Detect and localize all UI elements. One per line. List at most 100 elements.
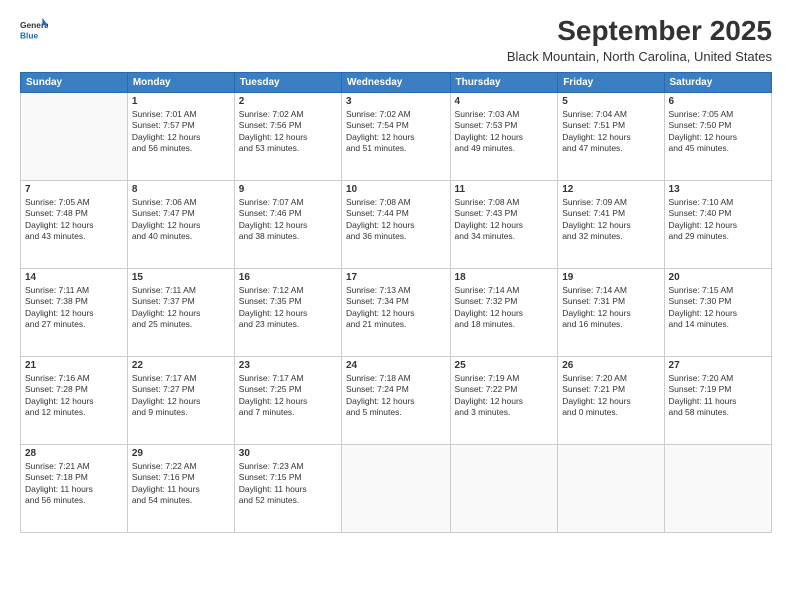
day-info: Sunrise: 7:02 AM Sunset: 7:56 PM Dayligh…	[239, 109, 337, 155]
col-thursday: Thursday	[450, 72, 558, 92]
day-info: Sunrise: 7:18 AM Sunset: 7:24 PM Dayligh…	[346, 373, 446, 419]
table-row: 8 Sunrise: 7:06 AM Sunset: 7:47 PM Daylig…	[127, 180, 234, 268]
day-number: 5	[562, 96, 659, 107]
day-info: Sunrise: 7:19 AM Sunset: 7:22 PM Dayligh…	[455, 373, 554, 419]
table-row	[21, 92, 128, 180]
day-number: 24	[346, 360, 446, 371]
day-number: 6	[669, 96, 767, 107]
day-number: 25	[455, 360, 554, 371]
day-number: 27	[669, 360, 767, 371]
table-row: 19 Sunrise: 7:14 AM Sunset: 7:31 PM Dayli…	[558, 268, 664, 356]
table-row: 13 Sunrise: 7:10 AM Sunset: 7:40 PM Dayli…	[664, 180, 771, 268]
col-tuesday: Tuesday	[234, 72, 341, 92]
day-number: 22	[132, 360, 230, 371]
day-info: Sunrise: 7:15 AM Sunset: 7:30 PM Dayligh…	[669, 285, 767, 331]
table-row: 9 Sunrise: 7:07 AM Sunset: 7:46 PM Daylig…	[234, 180, 341, 268]
day-info: Sunrise: 7:17 AM Sunset: 7:27 PM Dayligh…	[132, 373, 230, 419]
day-number: 1	[132, 96, 230, 107]
col-wednesday: Wednesday	[341, 72, 450, 92]
table-row: 14 Sunrise: 7:11 AM Sunset: 7:38 PM Dayli…	[21, 268, 128, 356]
day-number: 16	[239, 272, 337, 283]
table-row: 2Sunrise: 7:02 AM Sunset: 7:56 PM Daylig…	[234, 92, 341, 180]
day-number: 13	[669, 184, 767, 195]
col-sunday: Sunday	[21, 72, 128, 92]
day-info: Sunrise: 7:20 AM Sunset: 7:19 PM Dayligh…	[669, 373, 767, 419]
day-number: 8	[132, 184, 230, 195]
day-info: Sunrise: 7:14 AM Sunset: 7:31 PM Dayligh…	[562, 285, 659, 331]
day-number: 10	[346, 184, 446, 195]
day-info: Sunrise: 7:08 AM Sunset: 7:43 PM Dayligh…	[455, 197, 554, 243]
day-info: Sunrise: 7:11 AM Sunset: 7:37 PM Dayligh…	[132, 285, 230, 331]
day-info: Sunrise: 7:23 AM Sunset: 7:15 PM Dayligh…	[239, 461, 337, 507]
table-row: 27 Sunrise: 7:20 AM Sunset: 7:19 PM Dayli…	[664, 356, 771, 444]
day-info: Sunrise: 7:22 AM Sunset: 7:16 PM Dayligh…	[132, 461, 230, 507]
day-info: Sunrise: 7:16 AM Sunset: 7:28 PM Dayligh…	[25, 373, 123, 419]
day-info: Sunrise: 7:05 AM Sunset: 7:48 PM Dayligh…	[25, 197, 123, 243]
day-info: Sunrise: 7:06 AM Sunset: 7:47 PM Dayligh…	[132, 197, 230, 243]
table-row: 29 Sunrise: 7:22 AM Sunset: 7:16 PM Dayli…	[127, 444, 234, 532]
day-info: Sunrise: 7:07 AM Sunset: 7:46 PM Dayligh…	[239, 197, 337, 243]
day-info: Sunrise: 7:14 AM Sunset: 7:32 PM Dayligh…	[455, 285, 554, 331]
day-number: 17	[346, 272, 446, 283]
location: Black Mountain, North Carolina, United S…	[507, 49, 772, 64]
table-row: 11 Sunrise: 7:08 AM Sunset: 7:43 PM Dayli…	[450, 180, 558, 268]
day-number: 14	[25, 272, 123, 283]
table-row: 21Sunrise: 7:16 AM Sunset: 7:28 PM Dayli…	[21, 356, 128, 444]
table-row: 23 Sunrise: 7:17 AM Sunset: 7:25 PM Dayli…	[234, 356, 341, 444]
day-number: 29	[132, 448, 230, 459]
day-number: 11	[455, 184, 554, 195]
day-info: Sunrise: 7:10 AM Sunset: 7:40 PM Dayligh…	[669, 197, 767, 243]
day-info: Sunrise: 7:03 AM Sunset: 7:53 PM Dayligh…	[455, 109, 554, 155]
calendar-week-row: 1 Sunrise: 7:01 AM Sunset: 7:57 PM Daylig…	[21, 92, 772, 180]
table-row: 26 Sunrise: 7:20 AM Sunset: 7:21 PM Dayli…	[558, 356, 664, 444]
day-number: 9	[239, 184, 337, 195]
calendar-table: Sunday Monday Tuesday Wednesday Thursday…	[20, 72, 772, 533]
table-row: 16 Sunrise: 7:12 AM Sunset: 7:35 PM Dayli…	[234, 268, 341, 356]
table-row	[558, 444, 664, 532]
day-number: 23	[239, 360, 337, 371]
day-number: 7	[25, 184, 123, 195]
day-number: 30	[239, 448, 337, 459]
day-info: Sunrise: 7:13 AM Sunset: 7:34 PM Dayligh…	[346, 285, 446, 331]
table-row: 7 Sunrise: 7:05 AM Sunset: 7:48 PM Daylig…	[21, 180, 128, 268]
table-row: 20 Sunrise: 7:15 AM Sunset: 7:30 PM Dayli…	[664, 268, 771, 356]
table-row	[341, 444, 450, 532]
day-number: 18	[455, 272, 554, 283]
day-info: Sunrise: 7:04 AM Sunset: 7:51 PM Dayligh…	[562, 109, 659, 155]
day-number: 28	[25, 448, 123, 459]
day-info: Sunrise: 7:17 AM Sunset: 7:25 PM Dayligh…	[239, 373, 337, 419]
day-number: 19	[562, 272, 659, 283]
table-row: 24 Sunrise: 7:18 AM Sunset: 7:24 PM Dayli…	[341, 356, 450, 444]
table-row	[664, 444, 771, 532]
col-monday: Monday	[127, 72, 234, 92]
calendar-week-row: 7 Sunrise: 7:05 AM Sunset: 7:48 PM Daylig…	[21, 180, 772, 268]
table-row: 28Sunrise: 7:21 AM Sunset: 7:18 PM Dayli…	[21, 444, 128, 532]
table-row: 1 Sunrise: 7:01 AM Sunset: 7:57 PM Daylig…	[127, 92, 234, 180]
day-info: Sunrise: 7:20 AM Sunset: 7:21 PM Dayligh…	[562, 373, 659, 419]
day-info: Sunrise: 7:02 AM Sunset: 7:54 PM Dayligh…	[346, 109, 446, 155]
table-row: 4 Sunrise: 7:03 AM Sunset: 7:53 PM Daylig…	[450, 92, 558, 180]
table-row: 22 Sunrise: 7:17 AM Sunset: 7:27 PM Dayli…	[127, 356, 234, 444]
table-row: 6Sunrise: 7:05 AM Sunset: 7:50 PM Daylig…	[664, 92, 771, 180]
day-info: Sunrise: 7:12 AM Sunset: 7:35 PM Dayligh…	[239, 285, 337, 331]
table-row: 10 Sunrise: 7:08 AM Sunset: 7:44 PM Dayli…	[341, 180, 450, 268]
month-title: September 2025	[507, 16, 772, 47]
day-info: Sunrise: 7:08 AM Sunset: 7:44 PM Dayligh…	[346, 197, 446, 243]
day-number: 26	[562, 360, 659, 371]
day-number: 15	[132, 272, 230, 283]
day-info: Sunrise: 7:09 AM Sunset: 7:41 PM Dayligh…	[562, 197, 659, 243]
table-row	[450, 444, 558, 532]
day-number: 12	[562, 184, 659, 195]
calendar-header-row: Sunday Monday Tuesday Wednesday Thursday…	[21, 72, 772, 92]
calendar-week-row: 21Sunrise: 7:16 AM Sunset: 7:28 PM Dayli…	[21, 356, 772, 444]
col-saturday: Saturday	[664, 72, 771, 92]
day-info: Sunrise: 7:01 AM Sunset: 7:57 PM Dayligh…	[132, 109, 230, 155]
day-number: 20	[669, 272, 767, 283]
table-row: 12 Sunrise: 7:09 AM Sunset: 7:41 PM Dayli…	[558, 180, 664, 268]
svg-text:Blue: Blue	[20, 30, 38, 40]
title-block: September 2025 Black Mountain, North Car…	[507, 16, 772, 64]
day-number: 4	[455, 96, 554, 107]
logo-icon: General Blue	[20, 16, 48, 44]
day-info: Sunrise: 7:11 AM Sunset: 7:38 PM Dayligh…	[25, 285, 123, 331]
page: General Blue September 2025 Black Mounta…	[0, 0, 792, 612]
